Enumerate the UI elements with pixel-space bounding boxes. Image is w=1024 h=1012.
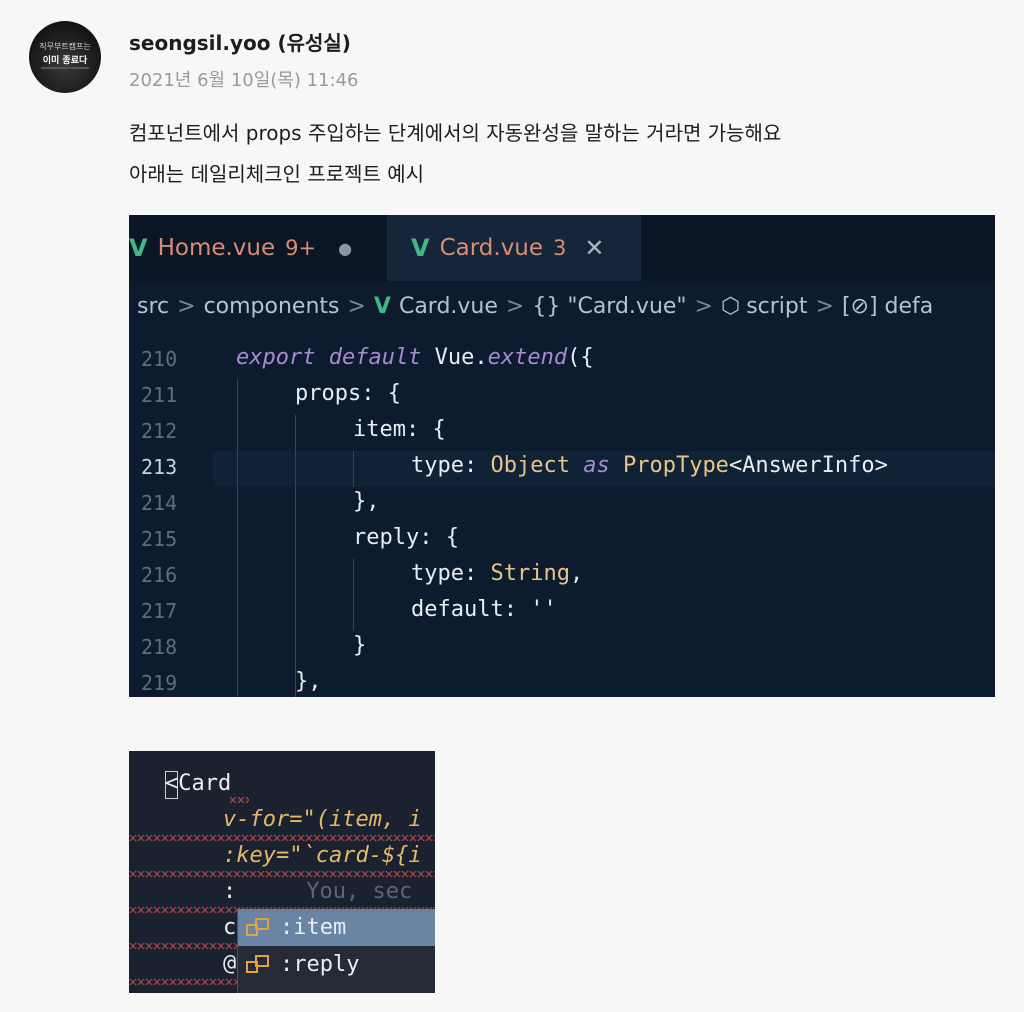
indent-guide xyxy=(353,559,354,631)
avatar[interactable]: 직무부트캠프는 이미 종료다 xyxy=(29,21,101,93)
author-name[interactable]: seongsil.yoo (유성실) xyxy=(129,27,351,56)
line-number: 218 xyxy=(141,635,178,659)
chevron-right-icon: > xyxy=(505,293,525,319)
suggestion-label: :item xyxy=(280,915,347,940)
error-squiggle xyxy=(129,871,435,877)
error-squiggle xyxy=(129,835,435,841)
breadcrumb-item[interactable]: src xyxy=(137,294,169,319)
tab-label: Card.vue xyxy=(439,235,544,261)
code-line: default: '' xyxy=(411,597,557,622)
line-number: 210 xyxy=(141,347,178,371)
problem-count-badge: 3 xyxy=(553,236,567,260)
indent-guide xyxy=(353,451,354,487)
error-squiggle xyxy=(229,797,249,803)
code-line: @ xyxy=(223,951,237,976)
line-number: 216 xyxy=(141,563,178,587)
code-line: item: { xyxy=(353,417,446,442)
tab-label: Home.vue xyxy=(157,235,276,261)
suggestion-item[interactable]: :reply xyxy=(238,946,435,983)
breadcrumb-item[interactable]: components xyxy=(204,294,340,319)
message-line-1: 컴포넌트에서 props 주입하는 단계에서의 자동완성을 말하는 거라면 가능… xyxy=(129,121,782,145)
avatar-divider xyxy=(41,67,89,69)
code-line: <Card xyxy=(165,771,232,796)
chevron-right-icon: > xyxy=(694,293,713,319)
ghost-blame-text: You, sec xyxy=(306,879,413,904)
line-number: 213 xyxy=(141,455,178,479)
line-number: 211 xyxy=(141,383,178,407)
suggestion-item[interactable]: :item xyxy=(238,909,435,946)
autocomplete-popup[interactable]: :item :reply xyxy=(237,909,435,993)
line-number: 215 xyxy=(141,527,178,551)
code-line: : You, sec xyxy=(223,879,413,904)
line-number: 219 xyxy=(141,671,178,695)
breadcrumb-item[interactable]: [⊘] defa xyxy=(842,294,933,319)
tab-card-vue[interactable]: V Card.vue 3 ✕ xyxy=(387,215,641,281)
modified-dot-icon: ● xyxy=(338,238,353,258)
chevron-right-icon: > xyxy=(815,293,834,319)
vue-icon: V xyxy=(411,234,430,262)
breadcrumb-item[interactable]: {} "Card.vue" xyxy=(532,294,686,319)
breadcrumb-item[interactable]: script xyxy=(746,294,807,319)
indent-guide xyxy=(295,415,296,697)
code-screenshot-editor[interactable]: V Home.vue 9+ ● V Card.vue 3 ✕ src > com… xyxy=(129,215,995,697)
breadcrumb-item[interactable]: Card.vue xyxy=(399,294,498,319)
close-icon[interactable]: ✕ xyxy=(584,234,604,262)
line-number: 212 xyxy=(141,419,178,443)
code-keyword: as xyxy=(583,453,610,478)
line-number: 214 xyxy=(141,491,178,515)
chevron-right-icon: > xyxy=(347,293,366,319)
vue-icon: V xyxy=(373,293,391,319)
cube-icon: ⬡ xyxy=(720,293,741,319)
vue-icon: V xyxy=(129,234,148,262)
chevron-right-icon: > xyxy=(177,293,196,319)
indent-guide xyxy=(237,379,238,697)
code-keyword: extend xyxy=(487,345,568,370)
code-line: v-for="(item, i xyxy=(223,807,422,832)
suggestion-label: :reply xyxy=(280,952,360,977)
code-keyword: export default xyxy=(236,345,422,370)
message-line-2: 아래는 데일리체크인 프로젝트 예시 xyxy=(129,162,425,186)
code-line: type: String, xyxy=(411,561,584,586)
property-icon xyxy=(246,917,270,938)
message-timestamp: 2021년 6월 10일(목) 11:46 xyxy=(129,70,359,91)
code-line: c xyxy=(223,915,237,940)
code-line: :key="`card-${i xyxy=(223,843,422,868)
line-number: 217 xyxy=(141,599,178,623)
property-icon xyxy=(246,954,270,975)
breadcrumb: src > components > V Card.vue > {} "Card… xyxy=(129,281,995,331)
tab-home-vue[interactable]: V Home.vue 9+ ● xyxy=(129,215,383,281)
code-line: }, xyxy=(353,489,380,514)
avatar-caption-bold: 이미 종료다 xyxy=(42,56,88,66)
problem-count-badge: 9+ xyxy=(285,236,317,260)
code-screenshot-autocomplete[interactable]: <Card v-for="(item, i :key="`card-${i :Y… xyxy=(129,751,435,993)
code-line: export default Vue.extend({ xyxy=(236,345,594,370)
code-line: reply: { xyxy=(353,525,459,550)
code-line: } xyxy=(353,633,367,658)
code-line: type: Object as PropType<AnswerInfo> xyxy=(411,453,888,478)
code-line: props: { xyxy=(295,381,401,406)
avatar-caption: 직무부트캠프는 xyxy=(39,42,91,51)
code-line: }, xyxy=(295,669,322,694)
editor-tab-bar: V Home.vue 9+ ● V Card.vue 3 ✕ xyxy=(129,215,995,281)
